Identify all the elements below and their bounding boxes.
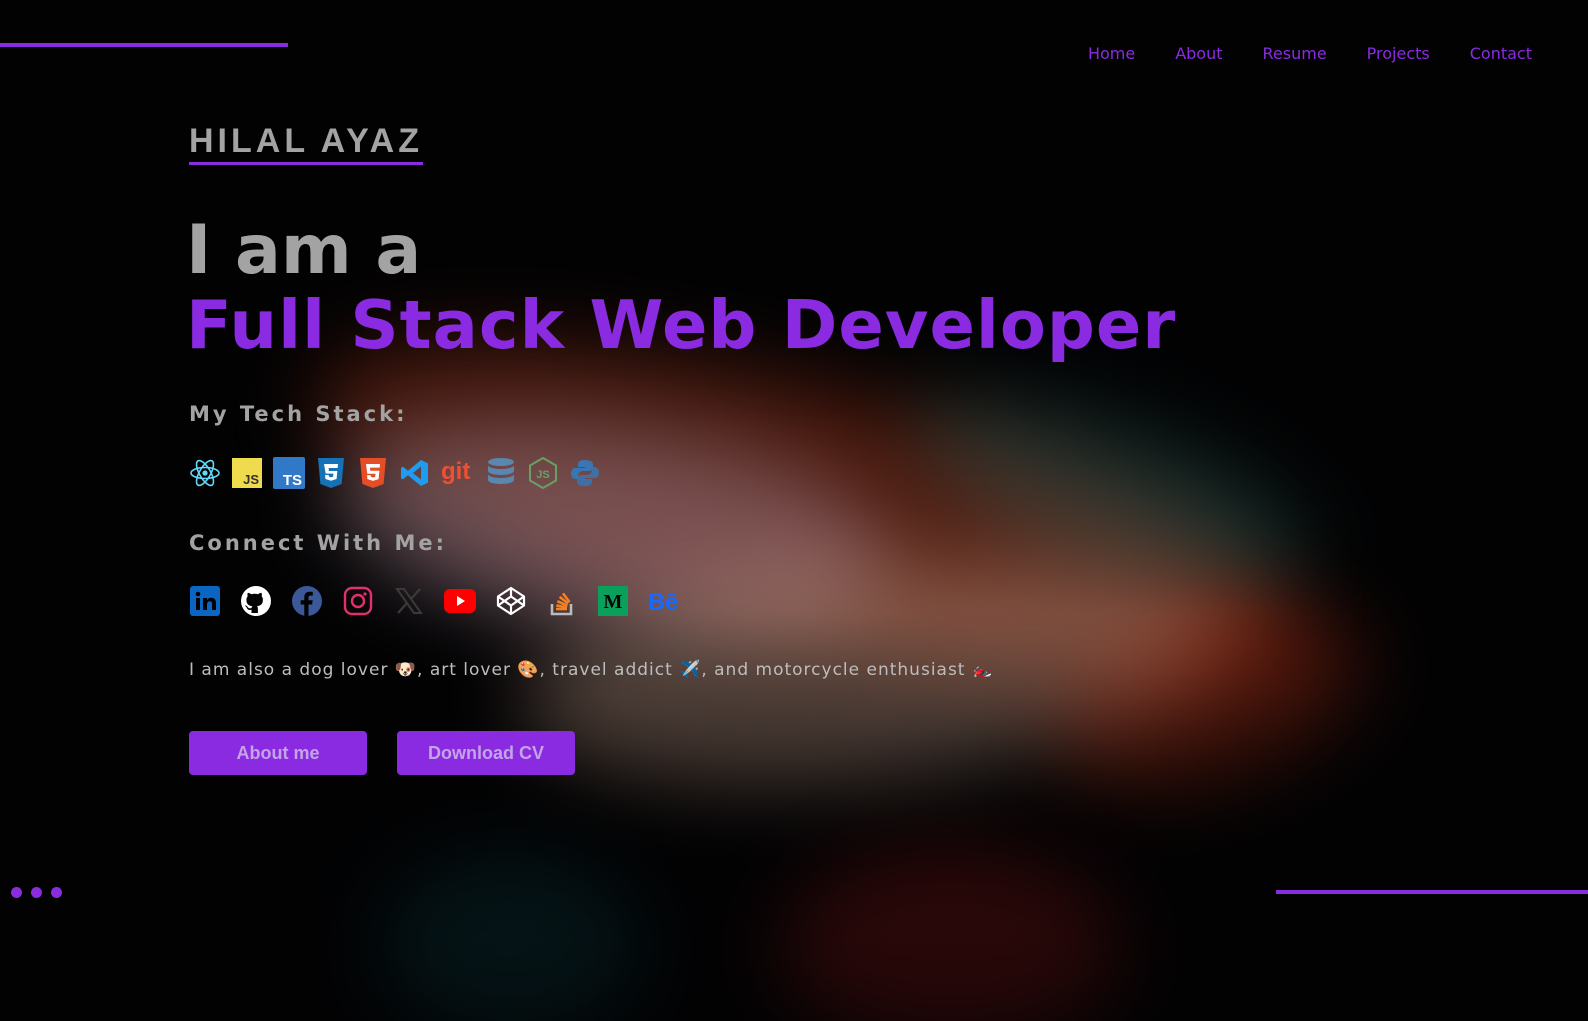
react-icon (189, 457, 221, 489)
css3-icon (315, 457, 347, 489)
tech-stack-icons: JS TS git JS (189, 457, 601, 489)
javascript-icon: JS (231, 457, 263, 489)
social-links: M Bē (189, 585, 680, 617)
facebook-icon[interactable] (291, 585, 323, 617)
database-icon (485, 457, 517, 489)
behance-icon[interactable]: Bē (648, 585, 680, 617)
nodejs-icon: JS (527, 457, 559, 489)
accent-line-top (0, 43, 288, 47)
hero-lead: I am a (186, 211, 422, 290)
bio-text: I am also a dog lover 🐶, art lover 🎨, tr… (189, 660, 995, 680)
typescript-icon: TS (273, 457, 305, 489)
main-nav: Home About Resume Projects Contact (1088, 44, 1532, 63)
about-me-button[interactable]: About me (189, 731, 367, 775)
brand-name[interactable]: HILAL AYAZ (189, 122, 423, 165)
stackoverflow-icon[interactable] (546, 585, 578, 617)
connect-heading: Connect With Me: (189, 531, 447, 555)
hero-role: Full Stack Web Developer (186, 286, 1177, 364)
vscode-icon (399, 457, 431, 489)
download-cv-button[interactable]: Download CV (397, 731, 575, 775)
accent-line-bottom (1276, 890, 1588, 894)
linkedin-icon[interactable] (189, 585, 221, 617)
svg-text:Bē: Bē (648, 588, 678, 614)
nav-projects[interactable]: Projects (1367, 44, 1430, 63)
nav-resume[interactable]: Resume (1263, 44, 1327, 63)
medium-icon[interactable]: M (597, 585, 629, 617)
git-icon: git (441, 457, 475, 489)
nav-about[interactable]: About (1175, 44, 1222, 63)
x-icon[interactable] (393, 585, 425, 617)
python-icon (569, 457, 601, 489)
youtube-icon[interactable] (444, 585, 476, 617)
svg-text:JS: JS (536, 469, 549, 481)
svg-text:JS: JS (243, 472, 259, 487)
codepen-icon[interactable] (495, 585, 527, 617)
nav-contact[interactable]: Contact (1470, 44, 1532, 63)
svg-text:git: git (441, 458, 470, 485)
instagram-icon[interactable] (342, 585, 374, 617)
github-icon[interactable] (240, 585, 272, 617)
html5-icon (357, 457, 389, 489)
decorative-dots (11, 887, 62, 898)
svg-text:TS: TS (283, 472, 302, 489)
nav-home[interactable]: Home (1088, 44, 1135, 63)
svg-text:M: M (604, 591, 623, 613)
tech-stack-heading: My Tech Stack: (189, 402, 408, 426)
